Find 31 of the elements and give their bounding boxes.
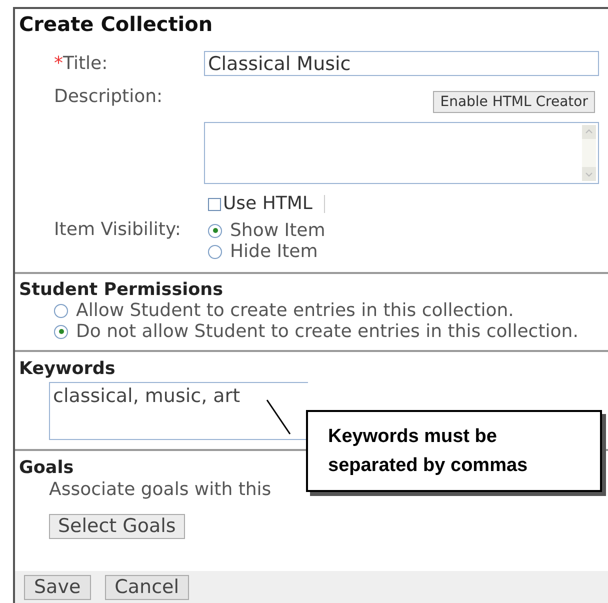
- radio-label: Do not allow Student to create entries in this collection.: [76, 322, 578, 342]
- keywords-field[interactable]: classical, music, art: [49, 382, 308, 440]
- scroll-down-icon[interactable]: [582, 167, 596, 181]
- radio-label: Allow Student to create entries in this collection.: [76, 300, 514, 320]
- radio-button[interactable]: [54, 324, 68, 338]
- leader-line: [266, 399, 292, 435]
- field-label: *Title:: [54, 52, 108, 74]
- scroll-up-icon[interactable]: [582, 125, 596, 139]
- enable-html-creator-button[interactable]: Enable HTML Creator: [433, 91, 595, 113]
- select-goals-button[interactable]: Select Goals: [49, 514, 185, 539]
- callout-text: Keywords must be separated by commas: [328, 425, 529, 478]
- section-heading: Goals: [19, 458, 74, 478]
- field-label: Item Visibility:: [54, 219, 181, 240]
- radio-button[interactable]: [208, 224, 222, 238]
- keywords-value: classical, music, art: [53, 385, 240, 407]
- checkbox[interactable]: [208, 198, 221, 210]
- field-label: Description:: [54, 86, 163, 107]
- footer-button[interactable]: Cancel: [104, 574, 190, 600]
- radio-label: Hide Item: [230, 242, 318, 262]
- description-field[interactable]: [204, 122, 599, 184]
- footer-button[interactable]: Save: [24, 574, 91, 600]
- goals-description: Associate goals with this: [49, 479, 272, 500]
- title-field[interactable]: Classical Music: [204, 51, 599, 76]
- form-heading: Create Collection: [19, 11, 213, 37]
- section-heading: Keywords: [19, 359, 116, 379]
- checkbox-label: Use HTML: [223, 194, 312, 214]
- radio-label: Show Item: [230, 220, 326, 240]
- radio-button[interactable]: [208, 244, 222, 258]
- section-heading: Student Permissions: [19, 280, 224, 300]
- radio-button[interactable]: [54, 304, 68, 318]
- scrollbar[interactable]: [582, 125, 596, 181]
